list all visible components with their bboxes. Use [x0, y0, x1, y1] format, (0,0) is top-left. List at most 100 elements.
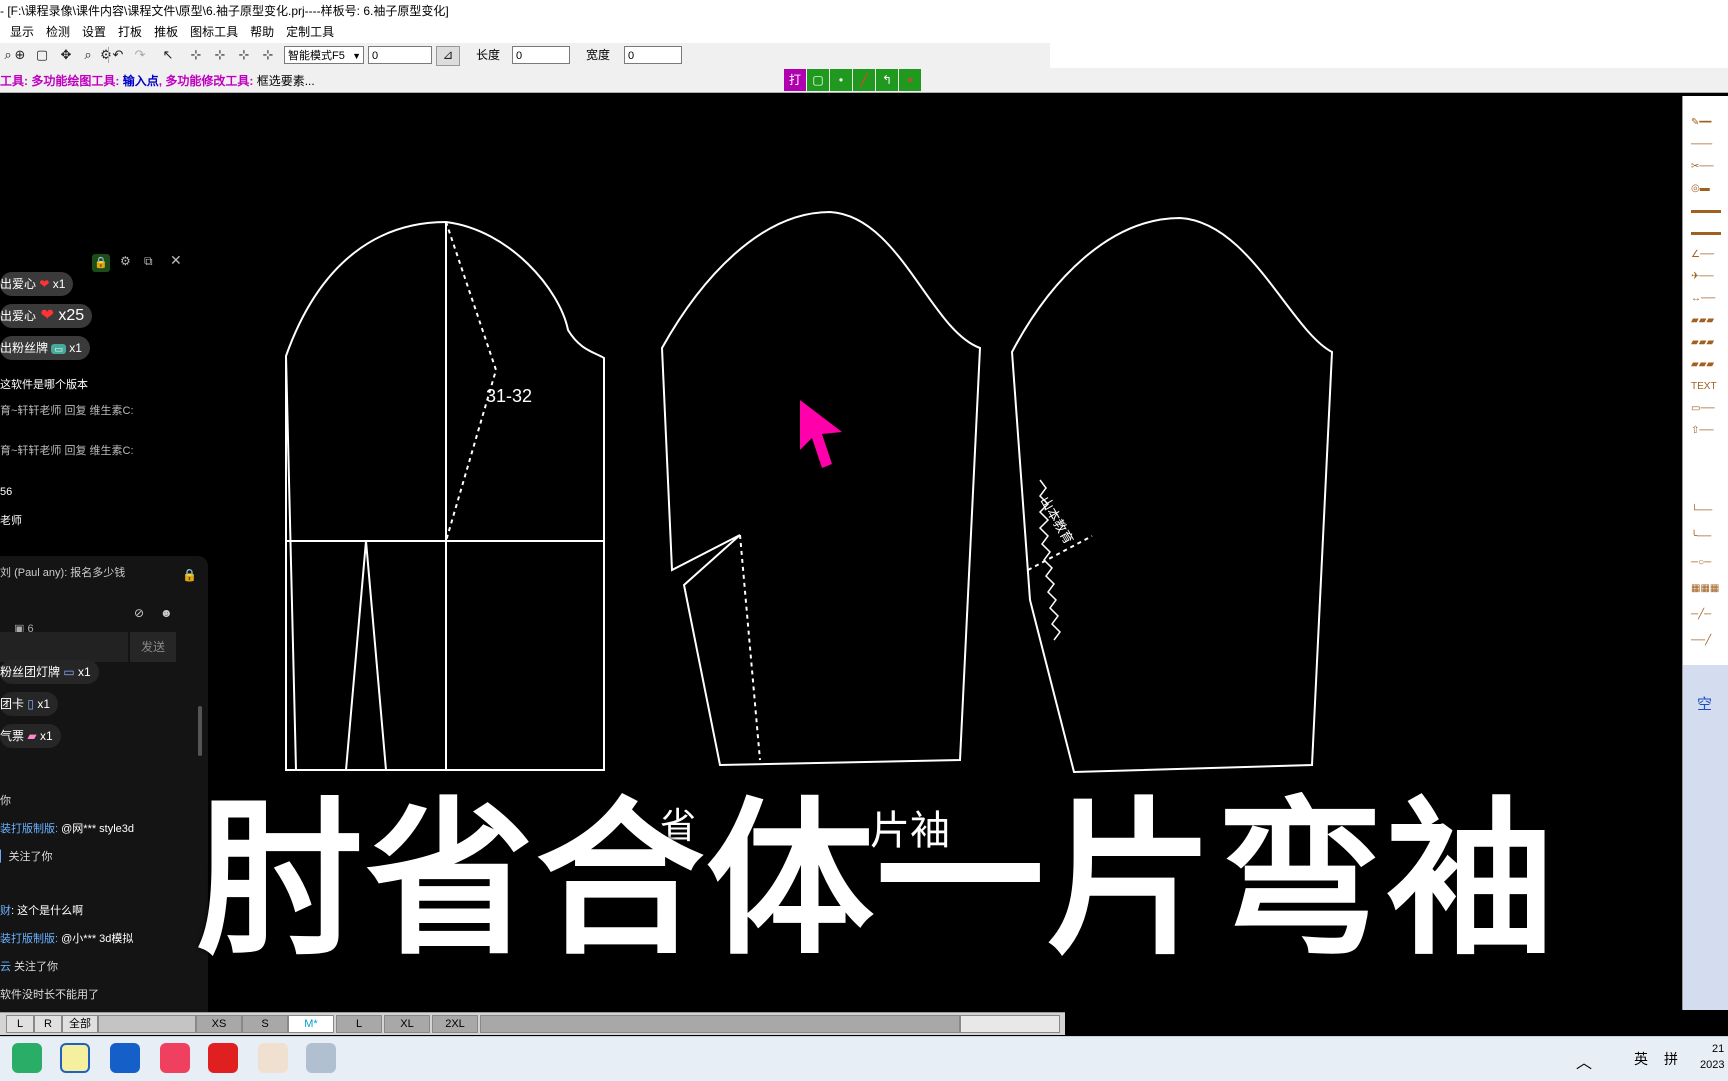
gift-count: x1: [37, 697, 50, 711]
buttonhole-tool-icon[interactable]: ▦▦▦: [1691, 584, 1727, 594]
ruler-tool-icon-2[interactable]: ▬▬▬: [1691, 228, 1727, 238]
circle-tool-icon[interactable]: ◎▬: [1691, 184, 1727, 194]
chat-message: ▏关注了你: [0, 848, 52, 864]
window-title-bar: - [F:\课程录像\课件内容\课程文件\原型\6.袖子原型变化.prj----…: [0, 0, 1728, 22]
cross-snap-button[interactable]: ×: [899, 69, 921, 91]
menu-icon-tools[interactable]: 图标工具: [184, 22, 244, 43]
ime-language[interactable]: 英: [1634, 1049, 1648, 1069]
clock-date[interactable]: 2023: [1700, 1059, 1724, 1071]
rect-snap-button[interactable]: ▢: [807, 69, 829, 91]
corner-tool-icon[interactable]: ⊹: [236, 47, 252, 63]
text-tool-icon[interactable]: TEXT: [1691, 382, 1727, 392]
menu-view[interactable]: 显示: [0, 22, 40, 43]
popout-icon[interactable]: ⧉: [144, 254, 153, 269]
pan-icon[interactable]: ✥: [58, 47, 74, 63]
size-s[interactable]: S: [242, 1015, 288, 1033]
slope-tool-icon[interactable]: ─╱─: [1691, 610, 1727, 620]
curve-tool-icon[interactable]: ╰──: [1691, 532, 1727, 542]
button-tool-icon[interactable]: ─○─: [1691, 558, 1727, 568]
chat-text: 软件没时长不能用了: [0, 989, 99, 1001]
angle-tool-icon[interactable]: ∠──: [1691, 250, 1727, 260]
menu-check[interactable]: 检测: [40, 22, 76, 43]
pin-tool-icon[interactable]: ✈──: [1691, 272, 1727, 282]
value-input[interactable]: 0: [368, 46, 432, 64]
close-icon[interactable]: ✕: [170, 252, 182, 269]
heart-icon: ❤: [39, 277, 50, 291]
size-xs[interactable]: XS: [196, 1015, 242, 1033]
line-tool-icon[interactable]: ───: [1691, 140, 1727, 150]
video-app-icon[interactable]: [208, 1043, 238, 1073]
chat-message: 财: 这个是什么啊: [0, 902, 83, 918]
dart-tool-icon[interactable]: ▰▰▰: [1691, 338, 1727, 348]
size-left-button[interactable]: L: [6, 1015, 34, 1033]
gift-count: x1: [69, 341, 82, 355]
wechat-icon[interactable]: [12, 1043, 42, 1073]
lock-icon[interactable]: 🔒: [92, 254, 110, 272]
settings-icon[interactable]: ⚙: [120, 254, 131, 268]
fit-window-icon[interactable]: ▢: [34, 47, 50, 63]
grain-tool-icon[interactable]: ▰▰▰: [1691, 360, 1727, 370]
ime-mode[interactable]: 拼: [1664, 1049, 1678, 1069]
undo-icon[interactable]: ↶: [110, 47, 126, 63]
zoom-select-icon[interactable]: ⌕: [80, 47, 96, 63]
measure-icon[interactable]: ⊿: [436, 46, 460, 66]
toolbar-divider: [108, 47, 109, 63]
diagonal-tool-icon[interactable]: ──╱: [1691, 636, 1727, 646]
corner-snap-button[interactable]: ↰: [876, 69, 898, 91]
size-l[interactable]: L: [336, 1015, 382, 1033]
browser-icon[interactable]: [110, 1043, 140, 1073]
chevron-up-icon[interactable]: ︿: [1576, 1049, 1592, 1073]
prompt-tool: 多功能绘图工具:: [31, 74, 123, 88]
clock-time[interactable]: 21: [1712, 1043, 1724, 1055]
mode-select[interactable]: 智能模式F5 ▼: [284, 46, 364, 64]
fold-tool-icon[interactable]: ▰▰▰: [1691, 316, 1727, 326]
redo-icon[interactable]: ↷: [132, 47, 148, 63]
seam-tool-icon[interactable]: └──: [1691, 506, 1727, 516]
size-all-button[interactable]: 全部: [62, 1015, 98, 1033]
corner-icon: ↰: [881, 73, 893, 87]
mirror-tool-icon[interactable]: ⇧──: [1691, 426, 1727, 436]
design-app-icon[interactable]: [258, 1043, 288, 1073]
align-tool-icon[interactable]: ⊹: [212, 47, 228, 63]
toolbar-empty-area: [1050, 43, 1728, 68]
gift-pill-bottom-3: 气票 ▰ x1: [0, 724, 61, 748]
pencil-tool-icon[interactable]: ✎━━: [1691, 118, 1727, 128]
menu-pattern[interactable]: 打板: [112, 22, 148, 43]
select-delete-icon[interactable]: ↖: [160, 47, 176, 63]
size-m[interactable]: M*: [288, 1015, 334, 1033]
hide-icon[interactable]: ⊘: [134, 606, 144, 620]
menu-help[interactable]: 帮助: [244, 22, 280, 43]
pleat-tool-icon[interactable]: ▭──: [1691, 404, 1727, 414]
pattern-app-icon[interactable]: [60, 1043, 90, 1073]
empty-label: 空: [1697, 696, 1713, 713]
chat-message: 育~轩轩老师 回复 维生素C:: [0, 405, 134, 417]
chat-scrollbar[interactable]: [198, 706, 202, 756]
chat-text: @网*** style3d: [58, 823, 135, 835]
ruler-tool-icon-1[interactable]: ▬▬▬: [1691, 206, 1727, 216]
point-snap-button[interactable]: •: [830, 69, 852, 91]
handwritten-note-1: 山本教育: [1037, 494, 1077, 547]
width-input[interactable]: 0: [624, 46, 682, 64]
print-button[interactable]: 打: [784, 69, 806, 91]
point-tool-icon[interactable]: ⊹: [188, 47, 204, 63]
menu-custom-tools[interactable]: 定制工具: [280, 22, 340, 43]
send-button[interactable]: 发送: [130, 632, 176, 662]
chat-app-icon[interactable]: [160, 1043, 190, 1073]
notch-tool-icon[interactable]: ↔──: [1691, 294, 1727, 304]
size-2xl[interactable]: 2XL: [432, 1015, 478, 1033]
scissors-tool-icon[interactable]: ✂──: [1691, 162, 1727, 172]
menu-settings[interactable]: 设置: [76, 22, 112, 43]
size-xl[interactable]: XL: [384, 1015, 430, 1033]
length-input[interactable]: 0: [512, 46, 570, 64]
line-snap-button[interactable]: ╱: [853, 69, 875, 91]
chat-text: 关注了你: [11, 961, 59, 973]
lock-icon[interactable]: 🔒: [182, 568, 197, 582]
chat-input[interactable]: [0, 632, 128, 662]
ticket-icon: ▰: [27, 729, 37, 743]
emoji-icon[interactable]: ☻: [160, 606, 173, 620]
image-app-icon[interactable]: [306, 1043, 336, 1073]
menu-grading[interactable]: 推板: [148, 22, 184, 43]
rotate-tool-icon[interactable]: ⊹: [260, 47, 276, 63]
zoom-in-icon[interactable]: ⊕: [12, 47, 28, 63]
size-right-button[interactable]: R: [34, 1015, 62, 1033]
